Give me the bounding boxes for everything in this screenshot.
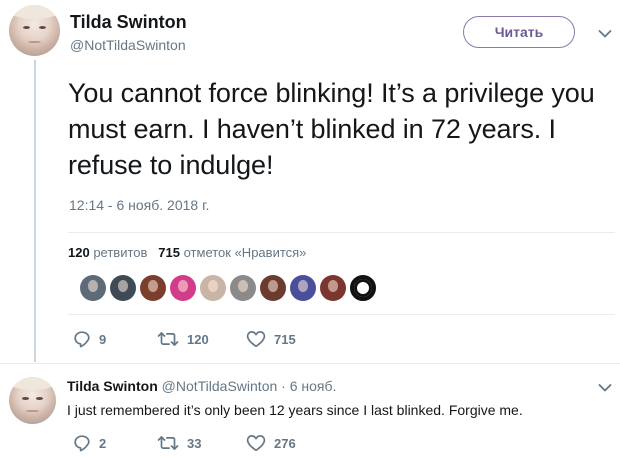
chevron-down-icon[interactable] [598,29,612,39]
heart-icon [246,435,266,452]
like-count: 715 [274,331,296,347]
tweet-text: You cannot force blinking! It’s a privil… [68,78,595,180]
retweet-count: 120 [187,331,209,347]
reply-count: 2 [99,435,107,451]
retweet-icon [157,332,179,346]
divider [0,363,620,364]
likes-label[interactable]: отметок «Нравится» [184,245,307,260]
retweet-action[interactable]: 120 [157,330,209,348]
author-avatar[interactable] [9,5,60,56]
reply-icon [74,435,90,452]
follow-button[interactable]: Читать [463,16,575,48]
author-handle[interactable]: @NotTildaSwinton [70,37,186,53]
liker-avatar[interactable] [200,275,226,301]
like-count: 276 [274,435,296,451]
liker-avatar[interactable] [230,275,256,301]
liker-avatar[interactable] [350,275,376,301]
heart-icon [246,331,266,348]
tweet-stats: 120 ретвитов 715 отметок «Нравится» [68,245,306,260]
liker-avatar[interactable] [140,275,166,301]
retweet-count: 33 [187,435,202,451]
author-name[interactable]: Tilda Swinton [70,12,187,33]
likes-count[interactable]: 715 [158,245,180,260]
liker-avatar[interactable] [110,275,136,301]
liker-avatar[interactable] [80,275,106,301]
tweet-timestamp[interactable]: 12:14 - 6 нояб. 2018 г. [69,197,209,213]
reply-author-name[interactable]: Tilda Swinton [67,378,158,394]
thread-connector-line [34,60,36,362]
reply-icon [74,331,90,348]
liker-avatar[interactable] [320,275,346,301]
reply-action[interactable]: 2 [73,434,106,452]
reply-count: 9 [99,331,107,347]
liker-avatar[interactable] [260,275,286,301]
reply-header: Tilda Swinton @NotTildaSwinton · 6 нояб. [67,378,336,394]
separator-dot: · [281,378,286,394]
reply-tweet-text: I just remembered it’s only been 12 year… [67,402,523,418]
retweets-count[interactable]: 120 [68,245,90,260]
reply-author-avatar[interactable] [9,377,56,424]
reply-date[interactable]: 6 нояб. [290,378,337,394]
retweets-label[interactable]: ретвитов [93,245,147,260]
reply-action[interactable]: 9 [73,330,106,348]
liker-avatar[interactable] [290,275,316,301]
like-action[interactable]: 276 [246,434,296,452]
reply-author-handle[interactable]: @NotTildaSwinton [162,378,278,394]
chevron-down-icon[interactable] [598,383,612,393]
liker-avatar[interactable] [170,275,196,301]
divider [68,314,615,315]
retweet-action[interactable]: 33 [157,434,201,452]
divider [68,232,615,233]
likers-avatar-row [80,275,380,301]
like-action[interactable]: 715 [246,330,296,348]
retweet-icon [157,436,179,450]
